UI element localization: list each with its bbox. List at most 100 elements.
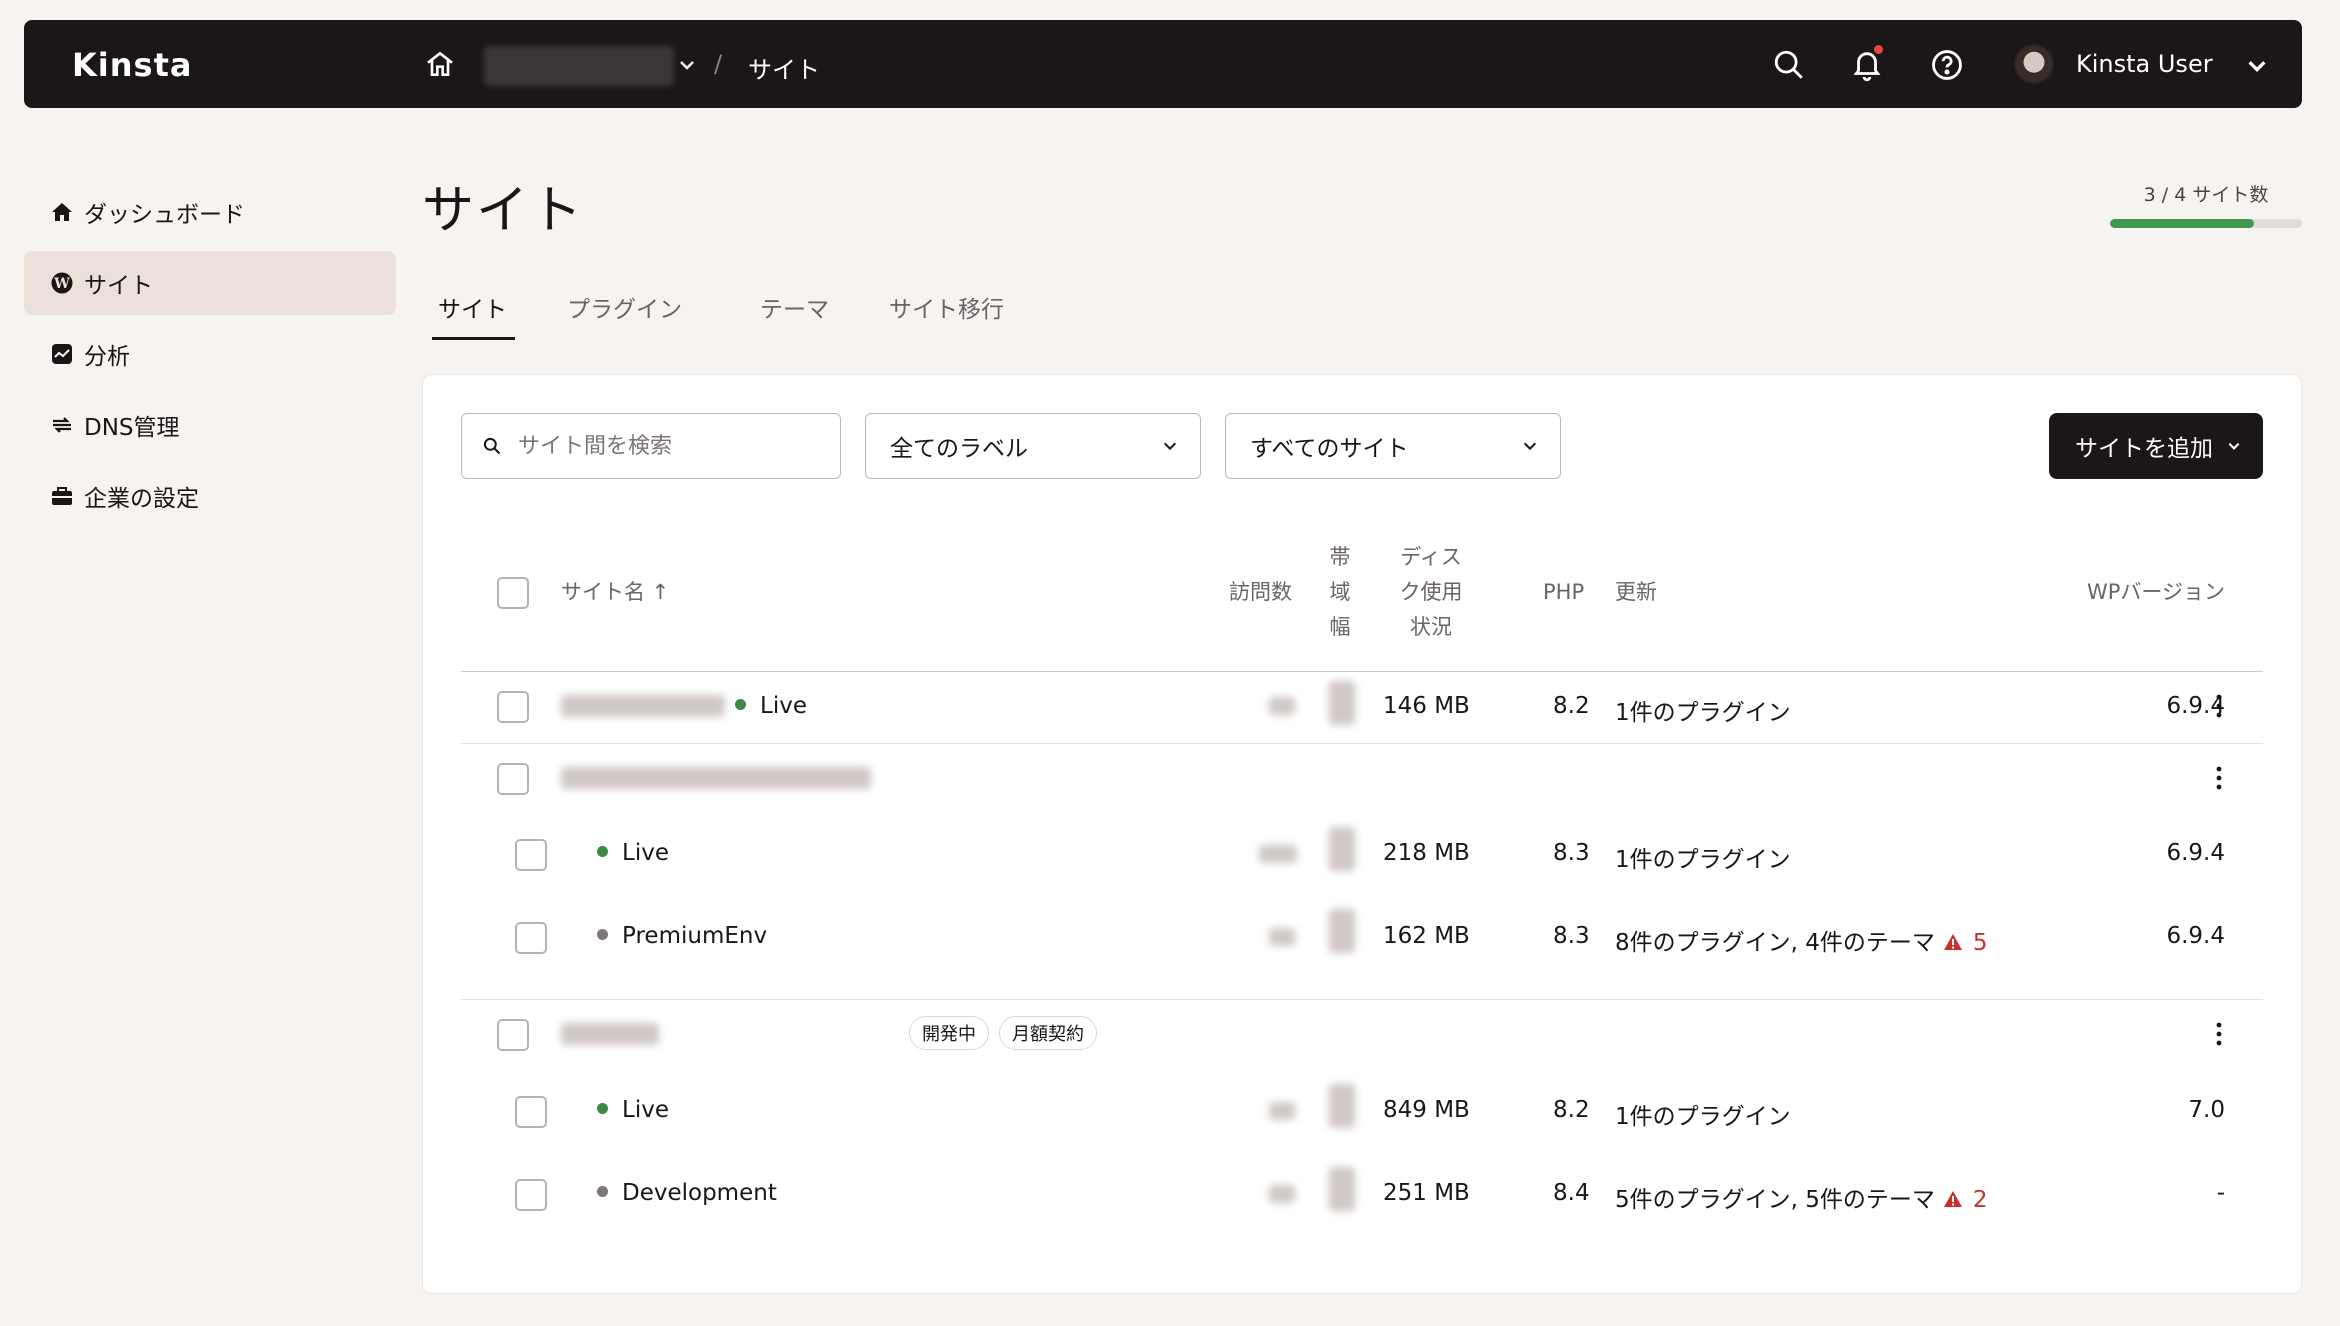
- sidebar-item-dashboard[interactable]: ダッシュボード: [24, 180, 396, 244]
- wordpress-icon: W: [51, 272, 73, 294]
- col-bandwidth[interactable]: 帯 域 幅: [1325, 540, 1355, 645]
- kebab-menu-icon[interactable]: [2216, 765, 2222, 791]
- bandwidth-redacted: [1329, 909, 1355, 953]
- sidebar-item-dns[interactable]: DNS管理: [24, 393, 396, 457]
- warning-count: 2: [1972, 1187, 1988, 1213]
- tab-themes[interactable]: テーマ: [744, 284, 845, 340]
- sidebar-item-analytics[interactable]: 分析: [24, 322, 396, 386]
- chevron-down-icon[interactable]: [678, 56, 696, 74]
- company-switcher[interactable]: [484, 46, 674, 86]
- col-disk-line: 状況: [1410, 615, 1452, 639]
- col-updates[interactable]: 更新: [1615, 575, 1657, 610]
- updates[interactable]: 1件のプラグイン: [1615, 1097, 1791, 1131]
- row-checkbox[interactable]: [497, 763, 529, 795]
- visits-redacted: [1269, 1102, 1295, 1120]
- sidebar-item-company-settings[interactable]: 企業の設定: [24, 464, 396, 528]
- col-site-name[interactable]: サイト名 ↑: [561, 575, 669, 610]
- label-tag[interactable]: 開発中: [909, 1016, 989, 1050]
- col-bandwidth-line: 域: [1329, 580, 1351, 604]
- env-label: Live: [622, 840, 669, 866]
- site-name-redacted[interactable]: [561, 767, 871, 789]
- warning-icon: [1943, 1190, 1962, 1207]
- env-status[interactable]: Live: [597, 1097, 669, 1123]
- visits-redacted: [1259, 845, 1297, 863]
- env-status[interactable]: Live: [597, 840, 669, 866]
- select-all-checkbox[interactable]: [497, 577, 529, 609]
- dns-icon: [53, 417, 71, 433]
- site-name-redacted[interactable]: [561, 695, 725, 717]
- sites-card: 全てのラベル すべてのサイト サイトを追加 サイト名 ↑ 訪問数 帯 域 幅 デ…: [422, 374, 2302, 1294]
- wp-version: 6.9.4: [2166, 923, 2225, 949]
- sidebar-item-label: サイト: [84, 273, 153, 299]
- php-version: 8.4: [1553, 1180, 1590, 1206]
- disk-usage: 146 MB: [1383, 693, 1470, 719]
- tab-site-migration[interactable]: サイト移行: [873, 284, 1020, 340]
- updates[interactable]: 8件のプラグイン, 4件のテーマ 5: [1615, 923, 1988, 957]
- wp-version: -: [2216, 1180, 2225, 1206]
- env-label: Live: [760, 693, 807, 719]
- wp-version: 6.9.4: [2166, 840, 2225, 866]
- env-status[interactable]: PremiumEnv: [597, 923, 767, 949]
- sidebar: ダッシュボード W サイト 分析 DNS管理 企業の設定: [24, 180, 396, 535]
- col-disk-usage[interactable]: ディス ク使用 状況: [1391, 540, 1471, 645]
- notification-dot: [1874, 45, 1883, 54]
- avatar[interactable]: [2014, 44, 2054, 84]
- php-version: 8.3: [1553, 923, 1590, 949]
- kebab-menu-icon[interactable]: [2216, 693, 2222, 719]
- user-name[interactable]: Kinsta User: [2076, 50, 2213, 78]
- site-filter-select[interactable]: すべてのサイト: [1225, 413, 1561, 479]
- tab-bar: サイト プラグイン テーマ サイト移行: [422, 284, 1048, 340]
- updates[interactable]: 5件のプラグイン, 5件のテーマ 2: [1615, 1180, 1988, 1214]
- bandwidth-redacted: [1329, 1167, 1355, 1211]
- kebab-menu-icon[interactable]: [2216, 1021, 2222, 1047]
- site-filter-value: すべてのサイト: [1250, 436, 1409, 462]
- search-icon[interactable]: [1772, 48, 1806, 82]
- env-status[interactable]: Development: [597, 1180, 777, 1206]
- sidebar-item-sites[interactable]: W サイト: [24, 251, 396, 315]
- add-site-label: サイトを追加: [2075, 436, 2213, 462]
- add-site-button[interactable]: サイトを追加: [2049, 413, 2263, 479]
- search-field[interactable]: [461, 413, 841, 479]
- updates[interactable]: 1件のプラグイン: [1615, 840, 1791, 874]
- row-checkbox[interactable]: [497, 1019, 529, 1051]
- label-filter-select[interactable]: 全てのラベル: [865, 413, 1201, 479]
- disk-usage: 162 MB: [1383, 923, 1470, 949]
- env-checkbox[interactable]: [515, 839, 547, 871]
- home-icon[interactable]: [424, 48, 456, 80]
- updates[interactable]: 1件のプラグイン: [1615, 693, 1791, 727]
- quota-fill: [2110, 219, 2254, 228]
- visits-redacted: [1269, 928, 1295, 946]
- kinsta-logo[interactable]: Kinsta: [72, 46, 192, 84]
- tab-sites[interactable]: サイト: [422, 284, 523, 340]
- site-name-redacted[interactable]: [561, 1023, 659, 1045]
- col-wp-version[interactable]: WPバージョン: [2015, 575, 2225, 610]
- help-icon[interactable]: [1930, 48, 1964, 82]
- env-checkbox[interactable]: [515, 1179, 547, 1211]
- visits-redacted: [1269, 697, 1295, 715]
- chevron-down-icon[interactable]: [2246, 56, 2268, 76]
- env-checkbox[interactable]: [515, 922, 547, 954]
- chevron-down-icon: [2228, 442, 2240, 450]
- col-disk-line: ク使用: [1399, 580, 1463, 604]
- col-bandwidth-line: 幅: [1329, 615, 1351, 639]
- env-label: PremiumEnv: [622, 923, 768, 949]
- top-bar: Kinsta / サイト Kinsta User: [24, 20, 2302, 108]
- search-icon: [483, 437, 501, 455]
- col-visits[interactable]: 訪問数: [1229, 575, 1292, 610]
- warning-count: 5: [1972, 930, 1988, 956]
- tab-plugins[interactable]: プラグイン: [551, 284, 698, 340]
- breadcrumb-current: サイト: [748, 56, 820, 84]
- search-input[interactable]: [518, 433, 818, 459]
- bandwidth-redacted: [1329, 827, 1355, 871]
- sidebar-item-label: 企業の設定: [84, 486, 199, 512]
- env-status[interactable]: Live: [735, 693, 807, 719]
- row-checkbox[interactable]: [497, 691, 529, 723]
- bandwidth-redacted: [1329, 681, 1355, 725]
- col-php[interactable]: PHP: [1543, 575, 1584, 610]
- php-version: 8.2: [1553, 1097, 1590, 1123]
- quota-bar: [2110, 219, 2302, 228]
- breadcrumb-separator: /: [714, 50, 723, 78]
- env-checkbox[interactable]: [515, 1096, 547, 1128]
- label-tag[interactable]: 月額契約: [999, 1016, 1097, 1050]
- col-disk-line: ディス: [1400, 545, 1462, 569]
